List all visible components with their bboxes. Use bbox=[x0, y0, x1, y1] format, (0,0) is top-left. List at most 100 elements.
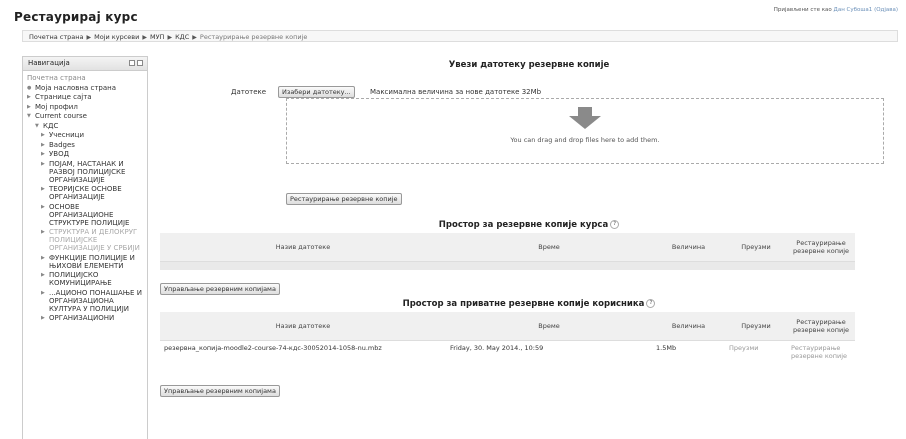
nav-item[interactable]: ▶ СТРУКТУРА И ДЕЛОКРУГ ПОЛИЦИЈСКЕ ОРГАНИЗ… bbox=[41, 228, 144, 252]
nav-item-label: ОСНОВЕ ОРГАНИЗАЦИОНЕ СТРУКТУРЕ ПОЛИЦИЈЕ bbox=[49, 202, 130, 227]
nav-item-label: Мој профил bbox=[35, 102, 78, 111]
navigation-header: Навигација bbox=[23, 57, 147, 71]
login-info: Пријављени сте као Дан Субоша1 (Одјава) bbox=[774, 7, 898, 13]
nav-item-label: ...АЦИОНО ПОНАШАЊЕ И ОРГАНИЗАЦИОНА КУЛТУ… bbox=[49, 288, 142, 313]
nav-item[interactable]: ▶ ОСНОВЕ ОРГАНИЗАЦИОНЕ СТРУКТУРЕ ПОЛИЦИЈЕ bbox=[41, 203, 144, 227]
breadcrumb-current: Рестаурирање резервне копије bbox=[199, 33, 308, 41]
nav-item[interactable]: ▶ УВОД bbox=[41, 150, 144, 158]
nav-item[interactable]: ▶ Учесници bbox=[41, 131, 144, 139]
nav-item[interactable]: ▶ ПОЛИЦИЈСКО КОМУНИЦИРАЊЕ bbox=[41, 271, 144, 287]
nav-item-label: СТРУКТУРА И ДЕЛОКРУГ ПОЛИЦИЈСКЕ ОРГАНИЗА… bbox=[49, 228, 140, 252]
table-row-empty bbox=[160, 261, 855, 270]
arrow-right-icon: ▶ bbox=[41, 141, 45, 148]
column-header-download: Преузми bbox=[725, 233, 787, 262]
nav-item[interactable]: ▶ ОРГАНИЗАЦИОНИ bbox=[41, 314, 144, 322]
backup-size: 1.5Mb bbox=[656, 344, 677, 352]
nav-item-label: ОРГАНИЗАЦИОНИ bbox=[49, 314, 115, 322]
nav-item[interactable]: ▶ ТЕОРИЈСКЕ ОСНОВЕ ОРГАНИЗАЦИЈЕ bbox=[41, 185, 144, 201]
user-backups-title: Простор за приватне резервне копије кори… bbox=[160, 299, 898, 309]
nav-item-label: Моја насловна страна bbox=[35, 83, 116, 92]
breadcrumb-separator-icon: ▶ bbox=[167, 34, 173, 41]
arrow-right-icon: ▶ bbox=[41, 315, 45, 321]
files-label: Датотеке bbox=[231, 88, 267, 96]
navigation-block: Навигација Почетна страна ● Моја насловна… bbox=[22, 56, 148, 439]
download-link[interactable]: Преузми bbox=[729, 344, 758, 352]
arrow-right-icon: ▶ bbox=[41, 272, 45, 278]
breadcrumb-separator-icon: ▶ bbox=[192, 34, 197, 41]
breadcrumb-separator-icon: ▶ bbox=[142, 34, 147, 41]
nav-item-label: ТЕОРИЈСКЕ ОСНОВЕ ОРГАНИЗАЦИЈЕ bbox=[49, 185, 122, 201]
restore-backup-button[interactable]: Рестаурирање резервне копије bbox=[286, 193, 402, 205]
nav-item[interactable]: ● Моја насловна страна bbox=[27, 84, 144, 92]
nav-item[interactable]: ▶ ПОЈАМ, НАСТАНАК И РАЗВОЈ ПОЛИЦИЈСКЕ ОРГ… bbox=[41, 160, 144, 184]
nav-home[interactable]: Почетна страна bbox=[27, 74, 144, 82]
download-arrow-icon bbox=[569, 107, 601, 129]
user-name-link[interactable]: Дан Субоша1 bbox=[834, 7, 873, 13]
user-backups-title-text: Простор за приватне резервне копије кори… bbox=[402, 299, 645, 309]
breadcrumb-separator-icon: ▶ bbox=[86, 34, 92, 41]
nav-item-label: Current course bbox=[35, 112, 87, 120]
nav-item[interactable]: ▼ Current course bbox=[27, 112, 144, 120]
nav-item-label: УВОД bbox=[49, 150, 70, 158]
course-backups-table: Назив датотеке Време Величина Преузми Ре… bbox=[160, 233, 855, 270]
drop-zone-text: You can drag and drop files here to add … bbox=[510, 136, 660, 144]
column-header-download: Преузми bbox=[725, 312, 787, 341]
nav-item[interactable]: ▶ ФУНКЦИЈЕ ПОЛИЦИЈЕ И ЊИХОВИ ЕЛЕМЕНТИ bbox=[41, 254, 144, 270]
help-icon[interactable]: ? bbox=[610, 220, 620, 229]
collapse-icon[interactable] bbox=[137, 60, 143, 66]
nav-item[interactable]: ▶ Странице сајта bbox=[27, 93, 144, 101]
arrow-right-icon: ▶ bbox=[41, 229, 45, 235]
nav-item[interactable]: ▶ Badges bbox=[41, 141, 144, 149]
nav-item[interactable]: ▼ КДС bbox=[35, 122, 144, 130]
arrow-right-icon: ▶ bbox=[41, 203, 45, 210]
nav-item-label: ПОЛИЦИЈСКО КОМУНИЦИРАЊЕ bbox=[49, 271, 112, 287]
manage-backups-button-user[interactable]: Управљање резервним копијама bbox=[160, 385, 280, 397]
nav-item[interactable]: ▶ ...АЦИОНО ПОНАШАЊЕ И ОРГАНИЗАЦИОНА КУЛТ… bbox=[41, 289, 144, 313]
arrow-right-icon: ▶ bbox=[41, 289, 45, 296]
column-header-restore: Рестаурирање резервне копије bbox=[787, 233, 855, 262]
table-row: резервна_копија-moodle2-course-74-кдс-30… bbox=[160, 341, 855, 367]
backup-time: Friday, 30. May 2014., 10:59 bbox=[450, 344, 544, 352]
restore-link[interactable]: Рестаурирање резервне копије bbox=[791, 344, 847, 360]
course-backups-title-text: Простор за резервне копије курса bbox=[438, 220, 609, 230]
arrow-right-icon: ▶ bbox=[41, 132, 45, 138]
nav-item-label: Учесници bbox=[49, 131, 84, 139]
nav-item[interactable]: ▶ Мој профил bbox=[27, 103, 144, 111]
column-header-time: Време bbox=[446, 312, 652, 341]
course-backups-title: Простор за резервне копије курса? bbox=[160, 220, 898, 230]
arrow-down-icon: ▼ bbox=[27, 113, 31, 119]
breadcrumb-my-courses[interactable]: Моји курсеви bbox=[94, 33, 139, 41]
help-icon[interactable]: ? bbox=[646, 299, 656, 308]
page-title: Рестаурирај курс bbox=[14, 10, 138, 24]
arrow-right-icon: ▶ bbox=[41, 254, 45, 261]
bullet-icon: ● bbox=[27, 84, 32, 91]
user-backups-table: Назив датотеке Време Величина Преузми Ре… bbox=[160, 312, 855, 366]
column-header-size: Величина bbox=[652, 233, 725, 262]
file-drop-zone[interactable]: You can drag and drop files here to add … bbox=[286, 98, 884, 164]
manage-backups-button-course[interactable]: Управљање резервним копијама bbox=[160, 283, 280, 295]
navigation-tree: Почетна страна ● Моја насловна страна ▶ Стр… bbox=[23, 71, 147, 322]
arrow-down-icon: ▼ bbox=[35, 122, 39, 129]
arrow-right-icon: ▶ bbox=[27, 103, 31, 110]
nav-item-label: ФУНКЦИЈЕ ПОЛИЦИЈЕ И ЊИХОВИ ЕЛЕМЕНТИ bbox=[49, 253, 135, 270]
navigation-controls bbox=[129, 60, 143, 66]
backup-file-link[interactable]: резервна_копија-moodle2-course-74-кдс-30… bbox=[164, 344, 382, 352]
logout-link[interactable]: (Одјава) bbox=[874, 7, 898, 13]
nav-item-label: КДС bbox=[43, 121, 59, 130]
column-header-size: Величина bbox=[652, 312, 725, 341]
column-header-filename: Назив датотеке bbox=[160, 312, 446, 341]
choose-file-button[interactable]: Изабери датотеку... bbox=[278, 86, 355, 98]
arrow-right-icon: ▶ bbox=[41, 160, 45, 167]
navigation-title: Навигација bbox=[28, 59, 70, 67]
breadcrumb-mup[interactable]: МУП bbox=[150, 33, 164, 41]
breadcrumb-kds[interactable]: КДС bbox=[175, 33, 189, 41]
max-size-text: Максимална величина за нове датотеке 32M… bbox=[370, 88, 542, 96]
column-header-filename: Назив датотеке bbox=[160, 233, 446, 262]
upload-title: Увези датотеку резервне копије bbox=[448, 60, 610, 70]
login-text: Пријављени сте као bbox=[773, 7, 832, 13]
breadcrumb-home[interactable]: Почетна страна bbox=[29, 33, 84, 41]
breadcrumb: Почетна страна ▶ Моји курсеви ▶ МУП ▶ КДС ▶ Рест… bbox=[22, 30, 898, 42]
dock-icon[interactable] bbox=[129, 60, 135, 66]
nav-item-label: ПОЈАМ, НАСТАНАК И РАЗВОЈ ПОЛИЦИЈСКЕ ОРГА… bbox=[49, 159, 126, 184]
arrow-right-icon: ▶ bbox=[41, 151, 45, 157]
